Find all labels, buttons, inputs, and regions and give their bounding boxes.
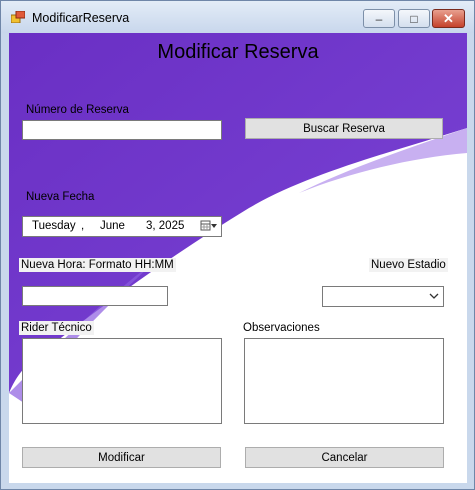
nueva-fecha-datepicker[interactable]: Tuesday , June 3, 2025 [22, 216, 222, 237]
close-icon: ✕ [443, 11, 454, 26]
form-heading: Modificar Reserva [157, 41, 319, 63]
nueva-hora-input[interactable] [22, 286, 168, 306]
numero-reserva-input[interactable] [22, 120, 222, 140]
app-window-icon [11, 11, 25, 23]
date-weekday: Tuesday [32, 220, 76, 232]
nueva-hora-label: Nueva Hora: Formato HH:MM [19, 258, 176, 272]
nueva-fecha-label: Nueva Fecha [26, 191, 95, 203]
maximize-button[interactable]: □ [398, 9, 430, 28]
window-title: ModificarReserva [32, 11, 130, 25]
date-day-year: 3, 2025 [146, 220, 185, 232]
chevron-down-icon [429, 293, 439, 299]
minimize-icon: – [375, 11, 383, 26]
calendar-dropdown-icon[interactable] [200, 219, 218, 233]
rider-tecnico-textarea[interactable] [22, 338, 222, 424]
title-bar[interactable]: ModificarReserva – □ ✕ [1, 1, 474, 33]
observaciones-textarea[interactable] [244, 338, 444, 424]
numero-reserva-label: Número de Reserva [26, 104, 129, 116]
rider-tecnico-label: Rider Técnico [19, 321, 94, 335]
nuevo-estadio-label: Nuevo Estadio [369, 258, 448, 272]
modificar-button[interactable]: Modificar [22, 447, 221, 468]
form-client-area: Modificar Reserva Número de Reserva Busc… [9, 33, 467, 483]
application-window: ModificarReserva – □ ✕ Modificar Reserva… [0, 0, 475, 490]
cancelar-button[interactable]: Cancelar [245, 447, 444, 468]
maximize-icon: □ [410, 11, 418, 26]
date-separator: , [81, 220, 85, 232]
nuevo-estadio-select[interactable] [322, 286, 444, 307]
date-month: June [100, 220, 125, 232]
minimize-button[interactable]: – [363, 9, 395, 28]
buscar-reserva-button[interactable]: Buscar Reserva [245, 118, 443, 139]
close-button[interactable]: ✕ [432, 9, 465, 28]
observaciones-label: Observaciones [243, 322, 320, 334]
